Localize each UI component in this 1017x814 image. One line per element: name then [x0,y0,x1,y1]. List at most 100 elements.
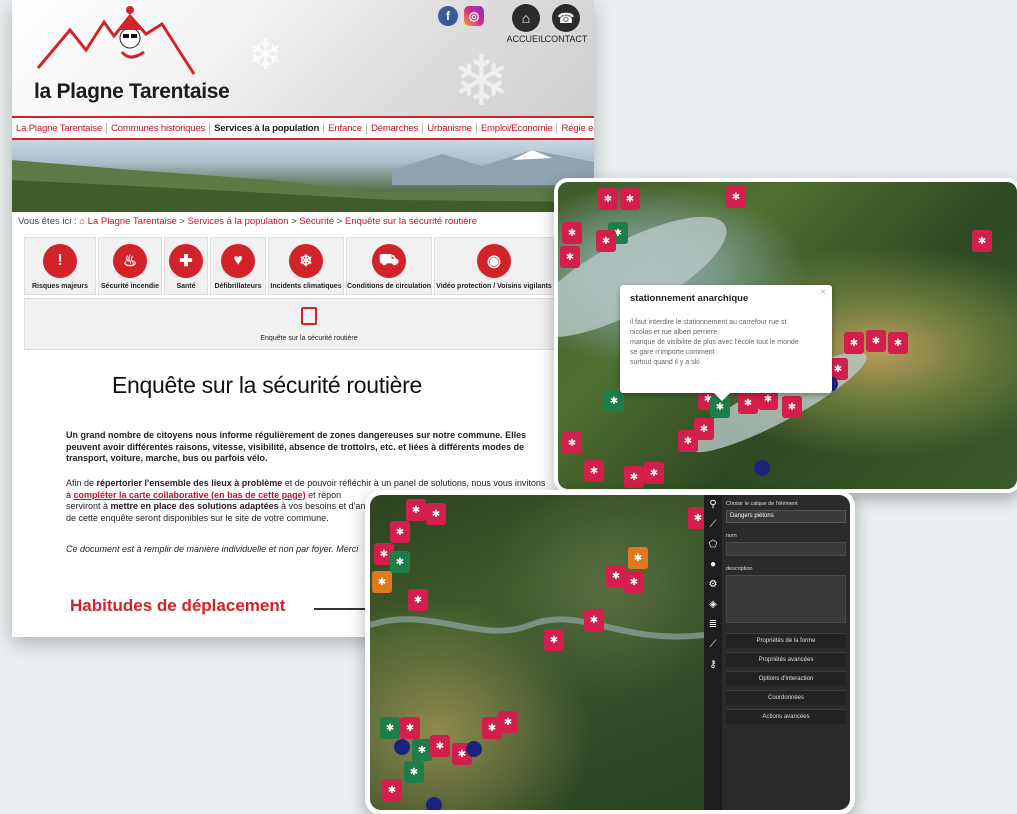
map-marker-pedestrian[interactable]: ✱ [726,186,746,208]
map-marker-pedestrian[interactable]: ✱ [382,779,402,801]
layers-icon[interactable]: ◈ [704,595,722,615]
phone-icon: ☎ [552,4,580,32]
layer-select[interactable]: Dangers piétons [726,510,846,523]
map-marker-blue[interactable] [394,739,410,755]
advanced-properties-button[interactable]: Propriétés avancées [726,652,846,667]
map-marker-pedestrian[interactable]: ✱ [498,711,518,733]
breadcrumb-item-services[interactable]: Services à la population [188,216,289,227]
map-marker-pedestrian[interactable]: ✱ [972,230,992,252]
advanced-actions-button[interactable]: Actions avancées [726,709,846,724]
map-marker-pedestrian[interactable]: ✱ [584,609,604,631]
menu-item-services[interactable]: Services à la population [210,122,325,134]
snowflake-decoration-icon: ❄ [452,42,511,120]
accueil-link[interactable]: ⌂ ACCUEIL [504,4,548,44]
menu-item-urbanisme[interactable]: Urbanisme [423,122,477,134]
shape-properties-button[interactable]: Propriétés de la forme [726,633,846,648]
contact-link[interactable]: ☎ CONTACT [544,4,588,44]
menu-item-la-plagne[interactable]: La Plagne Tarentaise [12,122,107,134]
map-marker-pedestrian[interactable]: ✱ [888,332,908,354]
service-sante[interactable]: ✚ Santé [164,237,208,295]
name-input[interactable] [726,542,846,556]
landscape-banner [12,140,594,212]
feature-editor-panel: Choisir le calque de l'élément Dangers p… [722,495,850,810]
warning-icon: ! [43,244,77,278]
map-marker-green[interactable]: ✱ [380,717,400,739]
service-securite-incendie[interactable]: ♨ Sécurité incendie [98,237,162,295]
map-marker-pedestrian[interactable]: ✱ [606,565,626,587]
map-marker-orange[interactable]: ✱ [372,571,392,593]
service-label: Défibrillateurs [214,283,262,290]
map-marker-blue[interactable] [466,741,482,757]
service-defibrillateurs[interactable]: ♥ Défibrillateurs [210,237,266,295]
service-incidents-climatiques[interactable]: ❄ Incidents climatiques [268,237,344,295]
map-marker-pedestrian[interactable]: ✱ [624,571,644,593]
ruler-icon[interactable]: ⟋ [704,635,722,655]
circle-icon[interactable]: ● [704,555,722,575]
key-icon[interactable]: ⚷ [704,655,722,675]
database-icon[interactable]: ≣ [704,615,722,635]
polyline-icon[interactable]: ⟋ [704,515,722,535]
map-marker-pedestrian[interactable]: ✱ [562,222,582,244]
service-video-protection[interactable]: ◉ Vidéo protection / Voisins vigilants [434,237,554,295]
map-marker-green[interactable]: ✱ [390,551,410,573]
service-label: Risques majeurs [31,283,89,290]
map-marker-pedestrian[interactable]: ✱ [562,432,582,454]
map-marker-blue[interactable] [754,460,770,476]
menu-item-communes[interactable]: Communes historiques [107,122,211,134]
map-marker-pedestrian[interactable]: ✱ [782,396,802,418]
menu-item-emploi[interactable]: Emploi/Economie [477,122,558,134]
breadcrumb-item-home[interactable]: La Plagne Tarentaise [88,216,177,227]
map-marker-pedestrian[interactable]: ✱ [624,466,644,488]
map-marker-pedestrian[interactable]: ✱ [620,188,640,210]
collaborative-map-editor-view[interactable]: ✱ ✱ ✱ ✱ ✱ ✱ ✱ ✱ ✱ ✱ ✱ ✱ ✱ ✱ ✱ ✱ ✱ ✱ ✱ ✱ … [365,490,855,814]
description-textarea[interactable] [726,575,846,623]
map-marker-pedestrian[interactable]: ✱ [866,330,886,352]
menu-item-regie[interactable]: Régie eau assainissement [557,123,594,134]
map-marker-pedestrian[interactable]: ✱ [390,521,410,543]
map-marker-pedestrian[interactable]: ✱ [426,503,446,525]
service-label: Sécurité incendie [101,283,159,290]
eye-icon: ◉ [477,244,511,278]
map-marker-blue[interactable] [426,797,442,810]
name-label: nom [726,533,737,539]
map-marker-pedestrian[interactable]: ✱ [430,735,450,757]
collaborative-map-link[interactable]: compléter la carte collaborative (en bas… [74,490,306,500]
facebook-icon[interactable]: f [438,6,458,26]
map-marker-green[interactable]: ✱ [412,739,432,761]
menu-item-enfance[interactable]: Enfance [324,122,367,134]
polygon-icon[interactable]: ⬠ [704,535,722,555]
breadcrumb-prefix: Vous êtes ici : [18,216,77,227]
survey-link-box[interactable]: Enquête sur la sécurité routière [24,298,594,350]
map-marker-pedestrian[interactable]: ✱ [406,499,426,521]
map-marker-green[interactable]: ✱ [404,761,424,783]
service-conditions-circulation[interactable]: ⛟ Conditions de circulation [346,237,432,295]
map-marker-green[interactable]: ✱ [604,390,624,412]
menu-item-demarches[interactable]: Démarches [367,122,424,134]
marker-icon[interactable]: ⚲ [704,495,722,515]
collaborative-map-popup-view[interactable]: ✱ ✱ ✱ ✱ ✱ ✱ ✱ ✱ ✱ ✱ ✱ ✱ ✱ ✱ ✱ ✱ ✱ ✱ ✱ ✱ … [554,178,1017,493]
map-marker-pedestrian[interactable]: ✱ [560,246,580,268]
map-marker-pedestrian[interactable]: ✱ [678,430,698,452]
breadcrumb-item-securite[interactable]: Sécurité [299,216,334,227]
map-marker-orange[interactable]: ✱ [628,547,648,569]
service-risques-majeurs[interactable]: ! Risques majeurs [24,237,96,295]
instagram-icon[interactable]: ◎ [464,6,484,26]
map-marker-pedestrian[interactable]: ✱ [400,717,420,739]
breadcrumb-item-current[interactable]: Enquête sur la sécurité routière [345,216,477,227]
gear-icon[interactable]: ⚙ [704,575,722,595]
map-marker-pedestrian[interactable]: ✱ [408,589,428,611]
close-icon[interactable]: × [820,287,826,298]
map-marker-pedestrian[interactable]: ✱ [844,332,864,354]
map-marker-pedestrian[interactable]: ✱ [584,460,604,482]
map-marker-pedestrian[interactable]: ✱ [544,629,564,651]
map-marker-pedestrian[interactable]: ✱ [738,392,758,414]
section-heading: Habitudes de déplacement [70,596,286,615]
home-icon[interactable]: ⌂ [79,216,87,227]
coordinates-button[interactable]: Coordonnées [726,690,846,705]
service-label: Vidéo protection / Voisins vigilants [436,283,552,290]
map-marker-pedestrian[interactable]: ✱ [598,188,618,210]
interaction-options-button[interactable]: Options d'interaction [726,671,846,686]
map-marker-pedestrian[interactable]: ✱ [644,462,664,484]
map-marker-pedestrian[interactable]: ✱ [596,230,616,252]
popup-line: se gare n'importe comment [630,349,715,356]
